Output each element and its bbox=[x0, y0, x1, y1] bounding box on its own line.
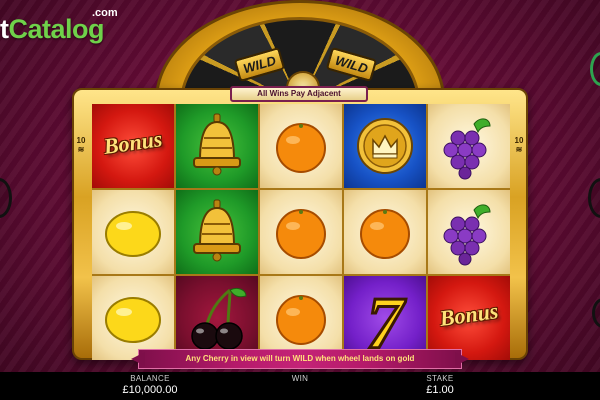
bell-icon bbox=[193, 199, 241, 262]
right-side-control[interactable] bbox=[588, 178, 600, 218]
right-bottom-control[interactable] bbox=[592, 298, 600, 328]
symbol-cherry bbox=[176, 276, 258, 360]
seven-icon: 7 bbox=[365, 282, 408, 361]
symbol-orange bbox=[344, 190, 426, 274]
symbol-seven: 7 bbox=[344, 276, 426, 360]
ways-marker-right: 10 ≋ bbox=[514, 136, 524, 154]
logo-domain-suffix: .com bbox=[92, 7, 118, 19]
symbol-lemon bbox=[92, 276, 174, 360]
crown-coin-icon bbox=[357, 118, 413, 174]
bonus-label: Bonus bbox=[438, 298, 500, 331]
stake-display[interactable]: STAKE £1.00 bbox=[410, 374, 470, 396]
balance-value: £10,000.00 bbox=[122, 384, 178, 396]
symbol-bonus: Bonus bbox=[428, 276, 510, 360]
logo-text: tCatalog bbox=[0, 14, 105, 44]
symbol-bell bbox=[176, 104, 258, 188]
orange-icon bbox=[276, 295, 326, 345]
balance-display: BALANCE £10,000.00 bbox=[110, 374, 190, 396]
symbol-grapes bbox=[428, 104, 510, 188]
watermark-logo: tCatalog .com bbox=[0, 4, 130, 48]
lemon-icon bbox=[105, 297, 161, 343]
stake-label: STAKE bbox=[426, 374, 454, 383]
stake-value: £1.00 bbox=[426, 384, 454, 396]
win-label: WIN bbox=[291, 374, 309, 383]
status-bar: BALANCE £10,000.00 WIN STAKE £1.00 bbox=[0, 372, 600, 400]
orange-icon bbox=[276, 209, 326, 259]
symbol-crown-coin bbox=[344, 104, 426, 188]
symbol-orange bbox=[260, 104, 342, 188]
grapes-icon bbox=[443, 118, 491, 180]
lemon-icon bbox=[105, 211, 161, 257]
orange-icon bbox=[276, 123, 326, 173]
symbol-bonus: Bonus bbox=[92, 104, 174, 188]
bonus-label: Bonus bbox=[102, 126, 164, 159]
balance-label: BALANCE bbox=[130, 374, 170, 383]
orange-icon bbox=[360, 209, 410, 259]
cherry-icon bbox=[191, 287, 247, 350]
symbol-orange bbox=[260, 190, 342, 274]
all-wins-banner: All Wins Pay Adjacent bbox=[230, 86, 368, 102]
symbol-grapes bbox=[428, 190, 510, 274]
bonus-wheel: WILD WILD bbox=[155, 0, 445, 100]
bell-icon bbox=[193, 113, 241, 176]
left-side-control[interactable] bbox=[0, 178, 12, 218]
cherry-wild-banner: Any Cherry in view will turn WILD when w… bbox=[138, 349, 462, 369]
symbol-bell bbox=[176, 190, 258, 274]
reel-grid: Bonus 7 Bonus bbox=[92, 104, 510, 360]
win-display: WIN bbox=[280, 374, 320, 384]
right-top-control[interactable] bbox=[590, 52, 600, 86]
grapes-icon bbox=[443, 204, 491, 266]
symbol-orange bbox=[260, 276, 342, 360]
symbol-lemon bbox=[92, 190, 174, 274]
ways-marker-left: 10 ≋ bbox=[76, 136, 86, 154]
